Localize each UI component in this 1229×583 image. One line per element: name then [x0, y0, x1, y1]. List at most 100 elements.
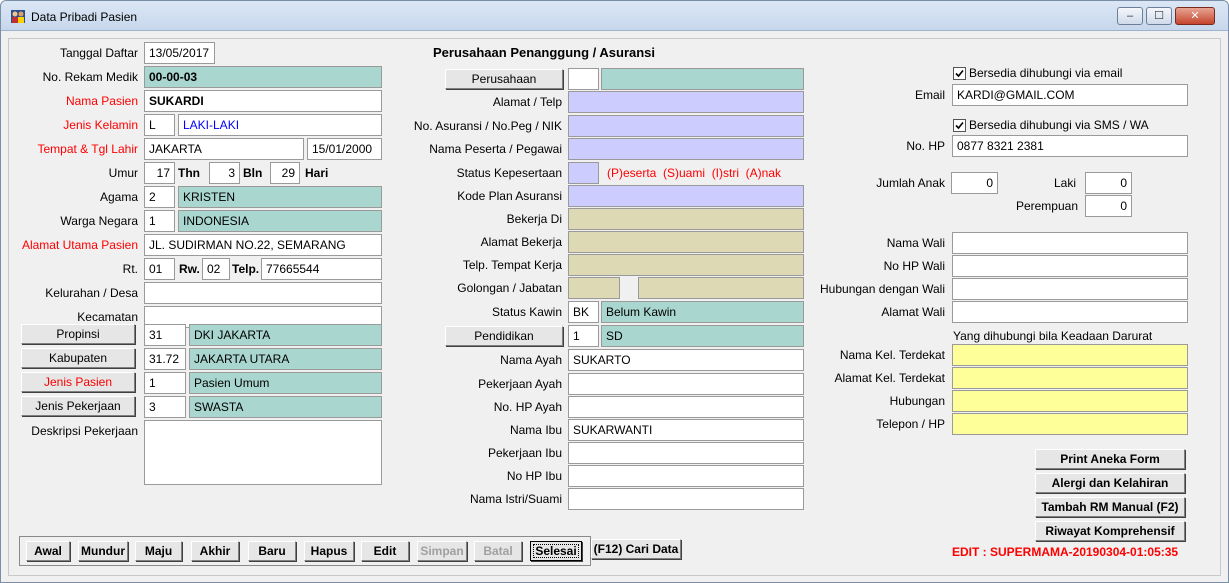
edit-button[interactable]: Edit	[361, 541, 409, 561]
nama-istri-suami-field[interactable]	[568, 488, 804, 510]
alamat-telp-label: Alamat / Telp	[492, 95, 562, 109]
jenis-kelamin-label: Jenis Kelamin	[63, 118, 138, 132]
no-hp-ibu-field[interactable]	[568, 465, 804, 487]
jenis-pasien-button[interactable]: Jenis Pasien	[21, 372, 135, 392]
laki-field[interactable]: 0	[1085, 172, 1132, 194]
propinsi-button[interactable]: Propinsi	[21, 324, 135, 344]
selesai-button[interactable]: Selesai	[530, 541, 582, 561]
perusahaan-button[interactable]: Perusahaan	[445, 69, 563, 89]
alamat-telp-field[interactable]	[568, 91, 804, 113]
propinsi-code-field[interactable]: 31	[144, 324, 186, 346]
print-aneka-form-button[interactable]: Print Aneka Form	[1035, 449, 1185, 469]
pendidikan-value-field: SD	[601, 325, 804, 347]
warga-negara-code-field[interactable]: 1	[144, 210, 175, 232]
hubungan-field[interactable]	[952, 390, 1188, 412]
email-opt-checkbox[interactable]	[953, 67, 966, 80]
status-kepesertaan-field[interactable]	[568, 162, 599, 184]
baru-button[interactable]: Baru	[248, 541, 296, 561]
hubungan-label: Hubungan	[889, 394, 945, 408]
nama-kel-field[interactable]	[952, 344, 1188, 366]
status-kawin-label: Status Kawin	[491, 305, 562, 319]
perusahaan-value-field	[601, 68, 804, 90]
umur-bln-label: Bln	[243, 166, 263, 180]
mundur-button[interactable]: Mundur	[78, 541, 128, 561]
no-asuransi-field[interactable]	[568, 115, 804, 137]
tanggal-daftar-field[interactable]: 13/05/2017	[144, 42, 215, 64]
jenis-pekerjaan-code-field[interactable]: 3	[144, 396, 186, 418]
alamat-kel-field[interactable]	[952, 367, 1188, 389]
hubungan-wali-field[interactable]	[952, 278, 1188, 300]
email-field[interactable]: KARDI@GMAIL.COM	[952, 84, 1188, 106]
cari-data-button[interactable]: (F12) Cari Data	[591, 539, 681, 559]
jenis-pasien-code-field[interactable]: 1	[144, 372, 186, 394]
no-rekam-medik-field[interactable]: 00-00-03	[144, 66, 382, 88]
alamat-utama-field[interactable]: JL. SUDIRMAN NO.22, SEMARANG	[144, 234, 382, 256]
deskripsi-pekerjaan-field[interactable]	[144, 420, 382, 485]
minimize-button[interactable]: ‒	[1117, 7, 1143, 25]
maju-button[interactable]: Maju	[135, 541, 182, 561]
umur-hari-label: Hari	[305, 166, 329, 180]
telp-field[interactable]: 77665544	[261, 258, 382, 280]
hapus-button[interactable]: Hapus	[304, 541, 354, 561]
status-kawin-value-field: Belum Kawin	[601, 301, 804, 323]
close-button[interactable]: ✕	[1175, 7, 1215, 25]
jumlah-anak-field[interactable]: 0	[951, 172, 998, 194]
perempuan-field[interactable]: 0	[1085, 195, 1132, 217]
status-kawin-code-field[interactable]: BK	[568, 301, 599, 323]
telp-tempat-kerja-field[interactable]	[568, 254, 804, 276]
navigation-toolbar: Awal Mundur Maju Akhir Baru Hapus Edit S…	[19, 536, 591, 566]
email-label: Email	[914, 88, 945, 102]
no-hp-field[interactable]: 0877 8321 2381	[952, 135, 1188, 157]
no-hp-wali-label: No HP Wali	[883, 259, 945, 273]
tambah-rm-manual-button[interactable]: Tambah RM Manual (F2)	[1035, 497, 1185, 517]
nama-ibu-field[interactable]: SUKARWANTI	[568, 419, 804, 441]
kabupaten-button[interactable]: Kabupaten	[21, 348, 135, 368]
golongan-field[interactable]	[568, 277, 620, 299]
alamat-bekerja-field[interactable]	[568, 231, 804, 253]
tempat-tgl-lahir-label: Tempat & Tgl Lahir	[37, 142, 139, 156]
jenis-kelamin-code-field[interactable]: L	[144, 114, 175, 136]
pendidikan-code-field[interactable]: 1	[568, 325, 599, 347]
nama-pasien-field[interactable]: SUKARDI	[144, 90, 382, 112]
nama-ayah-field[interactable]: SUKARTO	[568, 349, 804, 371]
maximize-button[interactable]: ☐	[1146, 7, 1172, 25]
rt-field[interactable]: 01	[144, 258, 175, 280]
agama-code-field[interactable]: 2	[144, 186, 175, 208]
nama-pasien-label: Nama Pasien	[65, 94, 138, 108]
bekerja-di-field[interactable]	[568, 208, 804, 230]
akhir-button[interactable]: Akhir	[191, 541, 239, 561]
tgl-lahir-field[interactable]: 15/01/2000	[307, 138, 382, 160]
perempuan-label: Perempuan	[1015, 199, 1078, 213]
no-hp-ayah-field[interactable]	[568, 396, 804, 418]
pekerjaan-ayah-field[interactable]	[568, 373, 804, 395]
form-panel: Tanggal Daftar 13/05/2017 No. Rekam Medi…	[8, 38, 1221, 576]
pendidikan-button[interactable]: Pendidikan	[445, 326, 563, 346]
no-hp-ayah-label: No. HP Ayah	[493, 400, 562, 414]
no-hp-wali-field[interactable]	[952, 255, 1188, 277]
rw-field[interactable]: 02	[202, 258, 230, 280]
nama-peserta-field[interactable]	[568, 138, 804, 160]
pekerjaan-ibu-field[interactable]	[568, 442, 804, 464]
kode-plan-field[interactable]	[568, 185, 804, 207]
simpan-button[interactable]: Simpan	[417, 541, 467, 561]
sms-opt-checkbox[interactable]	[953, 119, 966, 132]
nama-wali-field[interactable]	[952, 232, 1188, 254]
perusahaan-code-field[interactable]	[568, 68, 599, 90]
alergi-kelahiran-button[interactable]: Alergi dan Kelahiran	[1035, 473, 1185, 493]
nama-kel-label: Nama Kel. Terdekat	[839, 348, 945, 362]
kelurahan-field[interactable]	[144, 282, 382, 304]
awal-button[interactable]: Awal	[26, 541, 70, 561]
telepon-hp-field[interactable]	[952, 413, 1188, 435]
checkmark-icon	[955, 121, 964, 130]
jenis-pekerjaan-button[interactable]: Jenis Pekerjaan	[21, 396, 135, 416]
alamat-wali-field[interactable]	[952, 301, 1188, 323]
jabatan-field[interactable]	[638, 277, 804, 299]
pekerjaan-ayah-label: Pekerjaan Ayah	[478, 377, 562, 391]
riwayat-komprehensif-button[interactable]: Riwayat Komprehensif	[1035, 521, 1185, 541]
warga-negara-label: Warga Negara	[60, 214, 138, 228]
telp-tempat-kerja-label: Telp. Tempat Kerja	[462, 258, 562, 272]
kabupaten-code-field[interactable]: 31.72	[144, 348, 186, 370]
tempat-lahir-field[interactable]: JAKARTA	[144, 138, 304, 160]
hubungan-wali-label: Hubungan dengan Wali	[820, 282, 945, 296]
batal-button[interactable]: Batal	[474, 541, 522, 561]
